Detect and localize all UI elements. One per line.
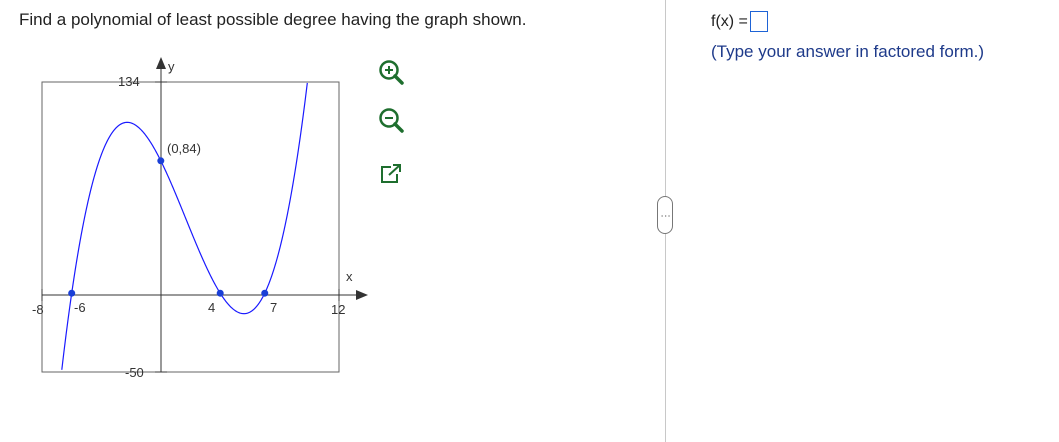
divider-handle[interactable]: ⋮	[657, 196, 673, 234]
x-tick-label-min: -8	[32, 302, 44, 317]
point-label: (0,84)	[167, 141, 201, 156]
open-new-window-icon	[381, 164, 401, 183]
x-tick-label-neg: -6	[74, 300, 86, 315]
graph: y x 134 -50 -8 -6 4 7 12 (0,84)	[30, 55, 370, 385]
y-axis-arrow	[156, 57, 166, 69]
graph-svg: y x 134 -50 -8 -6 4 7 12 (0,84)	[32, 57, 368, 380]
answer-prefix: f(x) =	[711, 12, 748, 30]
y-axis-label: y	[168, 59, 175, 74]
zoom-out-icon	[379, 108, 404, 133]
graph-frame	[41, 81, 340, 373]
open-new-window-button[interactable]	[375, 158, 407, 190]
y-tick-label-min: -50	[125, 365, 144, 380]
answer-hint: (Type your answer in factored form.)	[711, 42, 985, 61]
graph-point	[68, 289, 76, 297]
x-axis-arrow	[356, 290, 368, 300]
polynomial-curve	[61, 82, 308, 370]
graph-point	[157, 157, 165, 165]
divider-handle-dots: ⋮	[659, 210, 671, 220]
zoom-out-button[interactable]	[375, 104, 407, 136]
points-layer	[68, 157, 269, 297]
y-tick-label-max: 134	[118, 74, 140, 89]
answer-row: f(x) =	[711, 11, 768, 32]
zoom-in-button[interactable]	[375, 56, 407, 88]
zoom-in-icon	[379, 60, 404, 85]
x-tick-label-max: 12	[331, 302, 345, 317]
x-tick-label-four: 4	[208, 300, 215, 315]
x-tick-label-seven: 7	[270, 300, 277, 315]
x-axis-label: x	[346, 269, 353, 284]
answer-input[interactable]	[749, 11, 768, 32]
graph-point	[216, 289, 224, 297]
question-text: Find a polynomial of least possible degr…	[19, 10, 527, 29]
graph-point	[261, 289, 269, 297]
curve-layer	[61, 82, 308, 370]
